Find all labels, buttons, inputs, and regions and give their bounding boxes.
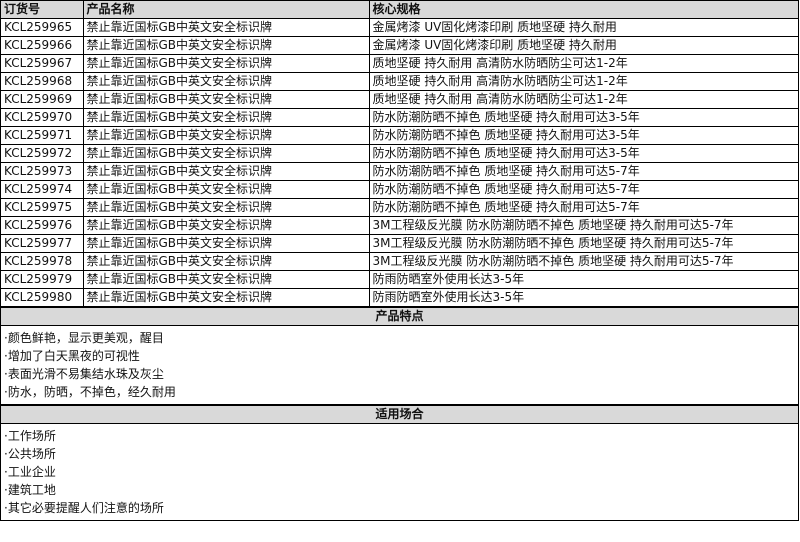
cell-core-spec: 防水防潮防晒不掉色 质地坚硬 持久耐用可达5-7年 (368, 180, 798, 199)
cell-product-name: 禁止靠近国标GB中英文安全标识牌 (82, 36, 370, 55)
table-row: KCL259968 禁止靠近国标GB中英文安全标识牌 质地坚硬 持久耐用 高清防水防… (1, 72, 798, 91)
cell-core-spec: 防水防潮防晒不掉色 质地坚硬 持久耐用可达3-5年 (368, 108, 798, 127)
list-item: ·防水，防晒，不掉色，经久耐用 (4, 385, 176, 399)
cell-core-spec: 防雨防晒室外使用长达3-5年 (368, 288, 798, 307)
table-row: KCL259978 禁止靠近国标GB中英文安全标识牌 3M工程级反光膜 防水防潮防晒… (1, 252, 798, 271)
table-row: KCL259977 禁止靠近国标GB中英文安全标识牌 3M工程级反光膜 防水防潮防晒… (1, 234, 798, 253)
cell-order-number: KCL259972 (1, 144, 84, 163)
cell-product-name: 禁止靠近国标GB中英文安全标识牌 (82, 126, 370, 145)
cell-core-spec: 防水防潮防晒不掉色 质地坚硬 持久耐用可达5-7年 (368, 198, 798, 217)
cell-order-number: KCL259973 (1, 162, 84, 181)
table-row: KCL259972 禁止靠近国标GB中英文安全标识牌 防水防潮防晒不掉色 质地坚硬 … (1, 144, 798, 163)
cell-product-name: 禁止靠近国标GB中英文安全标识牌 (82, 144, 370, 163)
usage-section: 适用场合 ·工作场所 ·公共场所 ·工业企业 ·建筑工地 ·其它必要提醒人们注意的场所 (1, 405, 798, 521)
list-item: ·表面光滑不易集结水珠及灰尘 (4, 367, 164, 381)
cell-order-number: KCL259974 (1, 180, 84, 199)
table-row: KCL259967 禁止靠近国标GB中英文安全标识牌 质地坚硬 持久耐用 高清防水防… (1, 54, 798, 73)
cell-core-spec: 质地坚硬 持久耐用 高清防水防晒防尘可达1-2年 (368, 54, 798, 73)
cell-order-number: KCL259980 (1, 288, 84, 307)
table-row: KCL259965 禁止靠近国标GB中英文安全标识牌 金属烤漆 UV固化烤漆印刷 质… (1, 18, 798, 37)
table-row: KCL259970 禁止靠近国标GB中英文安全标识牌 防水防潮防晒不掉色 质地坚硬 … (1, 108, 798, 127)
table-row: KCL259973 禁止靠近国标GB中英文安全标识牌 防水防潮防晒不掉色 质地坚硬 … (1, 162, 798, 181)
table-header-row: 订货号 产品名称 核心规格 (1, 1, 798, 19)
cell-core-spec: 金属烤漆 UV固化烤漆印刷 质地坚硬 持久耐用 (368, 18, 798, 37)
list-item: ·工作场所 (4, 429, 56, 443)
cell-order-number: KCL259965 (1, 18, 84, 37)
cell-core-spec: 金属烤漆 UV固化烤漆印刷 质地坚硬 持久耐用 (368, 36, 798, 55)
cell-order-number: KCL259971 (1, 126, 84, 145)
features-list: ·颜色鲜艳，显示更美观，醒目 ·增加了白天黑夜的可视性 ·表面光滑不易集结水珠及灰尘… (1, 325, 798, 405)
table-row: KCL259975 禁止靠近国标GB中英文安全标识牌 防水防潮防晒不掉色 质地坚硬 … (1, 198, 798, 217)
cell-product-name: 禁止靠近国标GB中英文安全标识牌 (82, 288, 370, 307)
cell-product-name: 禁止靠近国标GB中英文安全标识牌 (82, 198, 370, 217)
list-item: ·增加了白天黑夜的可视性 (4, 349, 140, 363)
list-item: ·颜色鲜艳，显示更美观，醒目 (4, 331, 164, 345)
cell-product-name: 禁止靠近国标GB中英文安全标识牌 (82, 252, 370, 271)
table-row: KCL259969 禁止靠近国标GB中英文安全标识牌 质地坚硬 持久耐用 高清防水防… (1, 90, 798, 109)
table-row: KCL259966 禁止靠近国标GB中英文安全标识牌 金属烤漆 UV固化烤漆印刷 质… (1, 36, 798, 55)
table-body: KCL259965 禁止靠近国标GB中英文安全标识牌 金属烤漆 UV固化烤漆印刷 质… (1, 18, 798, 307)
cell-core-spec: 3M工程级反光膜 防水防潮防晒不掉色 质地坚硬 持久耐用可达5-7年 (368, 216, 798, 235)
table-row: KCL259971 禁止靠近国标GB中英文安全标识牌 防水防潮防晒不掉色 质地坚硬 … (1, 126, 798, 145)
cell-order-number: KCL259967 (1, 54, 84, 73)
header-core-spec: 核心规格 (368, 1, 798, 19)
cell-core-spec: 3M工程级反光膜 防水防潮防晒不掉色 质地坚硬 持久耐用可达5-7年 (368, 234, 798, 253)
cell-core-spec: 质地坚硬 持久耐用 高清防水防晒防尘可达1-2年 (368, 90, 798, 109)
cell-core-spec: 质地坚硬 持久耐用 高清防水防晒防尘可达1-2年 (368, 72, 798, 91)
list-item: ·建筑工地 (4, 483, 56, 497)
product-table: 订货号 产品名称 核心规格 KCL259965 禁止靠近国标GB中英文安全标识牌金… (1, 1, 798, 307)
cell-order-number: KCL259977 (1, 234, 84, 253)
cell-core-spec: 防水防潮防晒不掉色 质地坚硬 持久耐用可达3-5年 (368, 126, 798, 145)
cell-core-spec: 防水防潮防晒不掉色 质地坚硬 持久耐用可达3-5年 (368, 144, 798, 163)
cell-product-name: 禁止靠近国标GB中英文安全标识牌 (82, 270, 370, 289)
list-item: ·公共场所 (4, 447, 56, 461)
usage-title: 适用场合 (1, 405, 798, 424)
usage-list: ·工作场所 ·公共场所 ·工业企业 ·建筑工地 ·其它必要提醒人们注意的场所 (1, 423, 798, 521)
cell-order-number: KCL259968 (1, 72, 84, 91)
cell-product-name: 禁止靠近国标GB中英文安全标识牌 (82, 234, 370, 253)
header-order-number: 订货号 (1, 1, 84, 19)
cell-order-number: KCL259979 (1, 270, 84, 289)
table-row: KCL259974 禁止靠近国标GB中英文安全标识牌 防水防潮防晒不掉色 质地坚硬 … (1, 180, 798, 199)
header-product-name: 产品名称 (82, 1, 370, 19)
cell-product-name: 禁止靠近国标GB中英文安全标识牌 (82, 18, 370, 37)
cell-product-name: 禁止靠近国标GB中英文安全标识牌 (82, 108, 370, 127)
table-row: KCL259976 禁止靠近国标GB中英文安全标识牌 3M工程级反光膜 防水防潮防晒… (1, 216, 798, 235)
product-spec-sheet: 订货号 产品名称 核心规格 KCL259965 禁止靠近国标GB中英文安全标识牌金… (0, 0, 799, 521)
features-section: 产品特点 ·颜色鲜艳，显示更美观，醒目 ·增加了白天黑夜的可视性 ·表面光滑不易集结… (1, 307, 798, 405)
cell-order-number: KCL259976 (1, 216, 84, 235)
cell-order-number: KCL259969 (1, 90, 84, 109)
cell-product-name: 禁止靠近国标GB中英文安全标识牌 (82, 90, 370, 109)
cell-order-number: KCL259966 (1, 36, 84, 55)
cell-order-number: KCL259970 (1, 108, 84, 127)
cell-order-number: KCL259978 (1, 252, 84, 271)
cell-core-spec: 防水防潮防晒不掉色 质地坚硬 持久耐用可达5-7年 (368, 162, 798, 181)
table-row: KCL259979 禁止靠近国标GB中英文安全标识牌 防雨防晒室外使用长达3-5年 (1, 270, 798, 289)
cell-order-number: KCL259975 (1, 198, 84, 217)
cell-product-name: 禁止靠近国标GB中英文安全标识牌 (82, 54, 370, 73)
list-item: ·工业企业 (4, 465, 56, 479)
cell-product-name: 禁止靠近国标GB中英文安全标识牌 (82, 162, 370, 181)
cell-product-name: 禁止靠近国标GB中英文安全标识牌 (82, 216, 370, 235)
cell-product-name: 禁止靠近国标GB中英文安全标识牌 (82, 72, 370, 91)
cell-core-spec: 防雨防晒室外使用长达3-5年 (368, 270, 798, 289)
list-item: ·其它必要提醒人们注意的场所 (4, 501, 164, 515)
table-row: KCL259980 禁止靠近国标GB中英文安全标识牌 防雨防晒室外使用长达3-5年 (1, 288, 798, 307)
cell-core-spec: 3M工程级反光膜 防水防潮防晒不掉色 质地坚硬 持久耐用可达5-7年 (368, 252, 798, 271)
features-title: 产品特点 (1, 307, 798, 326)
cell-product-name: 禁止靠近国标GB中英文安全标识牌 (82, 180, 370, 199)
